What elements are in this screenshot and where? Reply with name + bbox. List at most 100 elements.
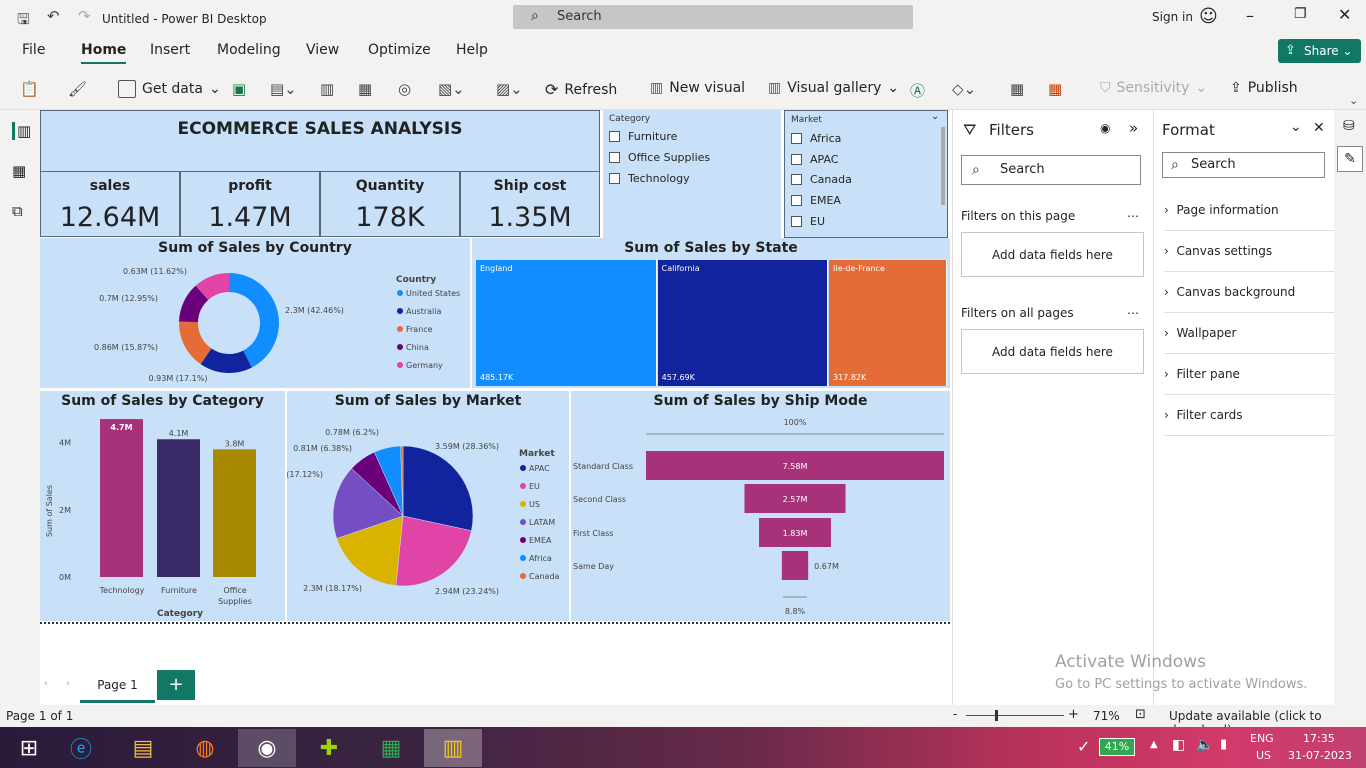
- prev-page-icon[interactable]: ‹: [44, 678, 48, 689]
- transform-data-icon[interactable]: ▨⌄: [496, 80, 523, 98]
- report-view-icon[interactable]: ▥: [12, 122, 31, 140]
- checkbox[interactable]: [791, 133, 802, 144]
- format-item-canvas-settings[interactable]: › Canvas settings: [1164, 231, 1334, 272]
- page-tab[interactable]: Page 1: [80, 670, 155, 703]
- treemap-tile[interactable]: England 485.17K: [476, 260, 657, 386]
- ship-mode-funnel-chart[interactable]: Sum of Sales by Ship Mode 100% Standard C…: [571, 391, 950, 621]
- clock-date[interactable]: 31-07-2023: [1288, 749, 1352, 762]
- checkbox[interactable]: [791, 154, 802, 165]
- checkbox[interactable]: [791, 216, 802, 227]
- more-options-icon[interactable]: …: [1127, 303, 1139, 317]
- eye-icon[interactable]: ◉: [1100, 121, 1110, 135]
- treemap-tile[interactable]: California 457.69K: [657, 260, 828, 386]
- visual-gallery-button[interactable]: ▥ Visual gallery ⌄: [768, 80, 899, 96]
- sql-icon[interactable]: ▥: [320, 80, 334, 98]
- zoom-out-icon[interactable]: -: [953, 707, 957, 721]
- collapse-ribbon-icon[interactable]: ⌄: [1349, 94, 1358, 107]
- menu-home[interactable]: Home: [81, 42, 127, 64]
- save-icon[interactable]: 🖫: [17, 9, 30, 34]
- get-data-button[interactable]: Get data ⌄: [118, 80, 221, 98]
- chevron-down-icon[interactable]: ⌄: [1290, 119, 1302, 135]
- store-icon[interactable]: ▦: [362, 729, 420, 767]
- checkbox[interactable]: [791, 174, 802, 185]
- chrome-icon[interactable]: ◉: [238, 729, 296, 767]
- state-treemap-chart[interactable]: Sum of Sales by State England 485.17K Cali…: [472, 238, 950, 388]
- data-hub-icon[interactable]: ▤⌄: [270, 80, 297, 98]
- slicer-item[interactable]: Furniture: [609, 130, 677, 143]
- zoom-in-icon[interactable]: +: [1068, 707, 1079, 722]
- visualizations-pane-icon[interactable]: ✎: [1337, 146, 1363, 172]
- close-icon[interactable]: ✕: [1338, 5, 1351, 24]
- format-item-wallpaper[interactable]: › Wallpaper: [1164, 313, 1334, 354]
- table-view-icon[interactable]: ▦: [12, 162, 26, 180]
- power-bi-icon[interactable]: ▥: [424, 729, 482, 767]
- refresh-button[interactable]: ⟳ Refresh: [545, 80, 617, 99]
- kpi-card-ship-cost[interactable]: Ship cost 1.35M: [460, 171, 600, 237]
- battery-indicator[interactable]: 41%: [1099, 738, 1135, 756]
- language-line1[interactable]: ENG: [1250, 732, 1274, 745]
- model-view-icon[interactable]: ⧉: [12, 202, 23, 220]
- file-explorer-icon[interactable]: ▤: [114, 729, 172, 767]
- defender-icon[interactable]: ✓: [1077, 737, 1090, 756]
- recent-sources-icon[interactable]: ▧⌄: [438, 80, 465, 98]
- share-button[interactable]: ⇪ Share ⌄: [1278, 39, 1361, 63]
- chevron-down-icon[interactable]: ⌄: [931, 111, 939, 122]
- more-options-icon[interactable]: …: [1127, 206, 1139, 220]
- add-page-button[interactable]: +: [157, 670, 195, 700]
- excel-icon[interactable]: ▣: [232, 80, 246, 98]
- internet-explorer-icon[interactable]: ⓔ: [52, 729, 110, 767]
- menu-insert[interactable]: Insert: [150, 42, 190, 58]
- next-page-icon[interactable]: ›: [66, 678, 70, 689]
- tray-expand-icon[interactable]: ▲: [1150, 739, 1158, 750]
- search-box[interactable]: ⌕ Search: [513, 5, 913, 29]
- account-icon[interactable]: ☺: [1199, 6, 1218, 27]
- close-icon[interactable]: ✕: [1313, 120, 1325, 136]
- calculator-icon[interactable]: ▦: [1010, 80, 1024, 98]
- country-donut-chart[interactable]: Sum of Sales by Country 2.3M (42.46%) 0.9…: [40, 238, 470, 388]
- text-box-icon[interactable]: Ⓐ: [910, 80, 925, 101]
- menu-help[interactable]: Help: [456, 42, 488, 58]
- slicer-item[interactable]: Canada: [791, 173, 852, 186]
- zoom-slider-thumb[interactable]: [995, 710, 998, 721]
- paste-icon[interactable]: 📋: [20, 80, 39, 98]
- kpi-card-sales[interactable]: sales 12.64M: [40, 171, 180, 237]
- checkbox[interactable]: [609, 152, 620, 163]
- fit-page-icon[interactable]: ⊡: [1135, 707, 1146, 722]
- network-icon[interactable]: ◧: [1172, 737, 1185, 753]
- slicer-item[interactable]: EU: [791, 215, 825, 228]
- menu-file[interactable]: File: [22, 42, 45, 58]
- minimize-icon[interactable]: –: [1246, 6, 1254, 25]
- format-item-filter-cards[interactable]: › Filter cards: [1164, 395, 1334, 436]
- checkbox[interactable]: [791, 195, 802, 206]
- slicer-item[interactable]: APAC: [791, 153, 838, 166]
- kpi-card-profit[interactable]: profit 1.47M: [180, 171, 320, 237]
- slicer-item[interactable]: Technology: [609, 172, 690, 185]
- publish-button[interactable]: ⇪ Publish: [1230, 80, 1298, 96]
- checkbox[interactable]: [609, 173, 620, 184]
- app-plus-icon[interactable]: ✚: [300, 729, 358, 767]
- collapse-pane-icon[interactable]: »: [1129, 119, 1138, 137]
- firefox-icon[interactable]: ◍: [176, 729, 234, 767]
- checkbox[interactable]: [609, 131, 620, 142]
- clock-time[interactable]: 17:35: [1303, 732, 1335, 745]
- restore-icon[interactable]: ❐: [1294, 6, 1307, 22]
- sensitivity-button[interactable]: ⛉ Sensitivity ⌄: [1100, 80, 1207, 96]
- zoom-slider[interactable]: [966, 715, 1064, 716]
- treemap-tile[interactable]: Ile-de-France 317.82K: [829, 260, 947, 386]
- quick-measure-icon[interactable]: ▦: [1048, 80, 1062, 98]
- format-item-page-information[interactable]: › Page information: [1164, 190, 1334, 231]
- filters-search-input[interactable]: ⌕ Search: [961, 155, 1141, 185]
- menu-view[interactable]: View: [306, 42, 339, 58]
- enter-data-icon[interactable]: ▦: [358, 80, 372, 98]
- scrollbar[interactable]: [941, 127, 945, 205]
- add-fields-dropzone[interactable]: Add data fields here: [961, 329, 1144, 374]
- format-painter-icon[interactable]: 🖌: [68, 80, 87, 98]
- slicer-item[interactable]: Office Supplies: [609, 151, 710, 164]
- dataverse-icon[interactable]: ◎: [398, 80, 411, 98]
- slicer-item[interactable]: Africa: [791, 132, 841, 145]
- slicer-item[interactable]: EMEA: [791, 194, 841, 207]
- undo-icon[interactable]: ↶: [47, 7, 60, 25]
- menu-optimize[interactable]: Optimize: [368, 42, 431, 58]
- more-visuals-icon[interactable]: ◇⌄: [952, 80, 976, 98]
- new-visual-button[interactable]: ▥ New visual: [650, 80, 745, 96]
